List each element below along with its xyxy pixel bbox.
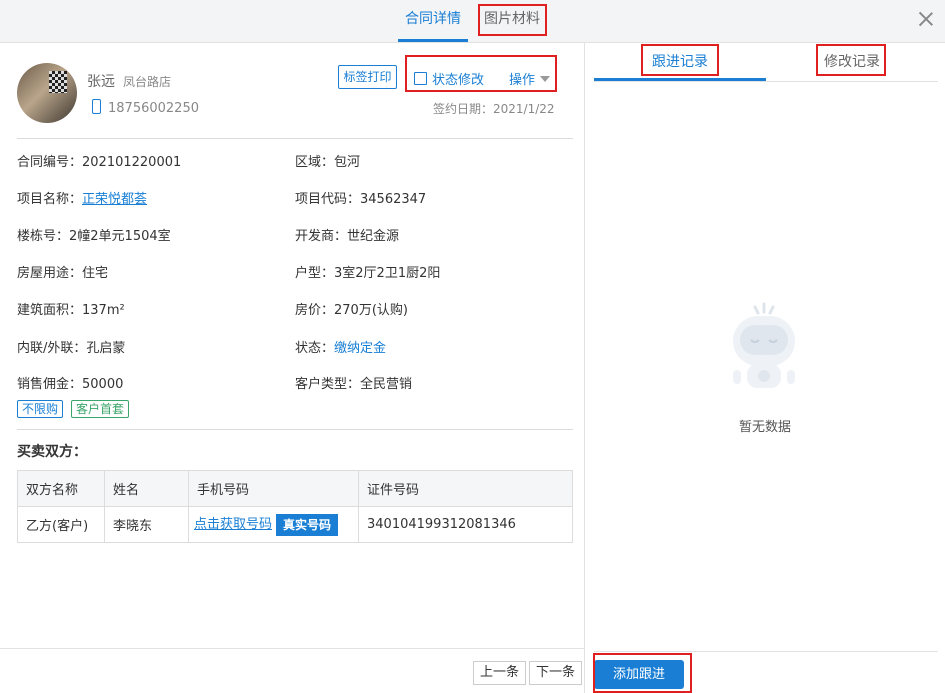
- column-header: 姓名: [104, 470, 189, 507]
- status-value[interactable]: 缴纳定金: [334, 341, 386, 356]
- field-district: 区域：包河: [295, 155, 361, 170]
- empty-state-text: 暂无数据: [738, 420, 791, 435]
- field-developer: 开发商：世纪金源: [295, 229, 400, 244]
- close-icon[interactable]: [919, 12, 933, 26]
- party-name: 李晓东: [104, 506, 189, 543]
- next-record-button[interactable]: 下一条: [529, 661, 583, 685]
- field-commission: 销售佣金：50000: [17, 377, 124, 392]
- add-follow-button[interactable]: 添加跟进: [594, 660, 684, 689]
- tag-first-home: 客户首套: [71, 400, 130, 418]
- column-header: 双方名称: [17, 470, 105, 507]
- party-phone: 点击获取号码 真实号码: [188, 506, 359, 543]
- column-header: 手机号码: [188, 470, 359, 507]
- party-id-number: 340104199312081346: [358, 506, 573, 543]
- parties-table: 双方名称 姓名 手机号码 证件号码 乙方(客户) 李晓东 点击获取号码 真实号码 …: [17, 470, 573, 543]
- dialog-header: 合同详情 图片材料: [0, 0, 945, 43]
- records-panel: 跟进记录 修改记录 暂无数据 添加跟进: [585, 43, 945, 693]
- sign-date: 签约日期：2021/1/22: [433, 102, 555, 116]
- divider: [17, 138, 573, 139]
- tab-contract-detail[interactable]: 合同详情: [398, 0, 468, 42]
- divider: [594, 81, 938, 82]
- contract-detail-panel: 张远 凤台路店 18756002250 标签打印 状态修改 操作 签约日期：20…: [0, 43, 585, 693]
- divider: [0, 648, 584, 649]
- caret-down-icon: [540, 76, 551, 82]
- field-status: 状态：缴纳定金: [295, 341, 387, 356]
- avatar: [17, 63, 77, 123]
- field-contract-no: 合同编号：202101220001: [17, 155, 182, 170]
- field-area: 建筑面积：137m²: [17, 303, 125, 318]
- divider: [594, 651, 938, 652]
- agent-phone: 18756002250: [108, 101, 199, 116]
- divider: [17, 429, 573, 430]
- print-tag-button[interactable]: 标签打印: [338, 65, 397, 89]
- parties-title: 买卖双方：: [17, 444, 87, 460]
- tab-modify-records[interactable]: 修改记录: [766, 43, 938, 81]
- real-number-button[interactable]: 真实号码: [276, 513, 339, 536]
- tab-follow-records[interactable]: 跟进记录: [594, 43, 766, 81]
- agent-store: 凤台路店: [123, 75, 172, 89]
- edit-icon: [414, 72, 427, 85]
- operations-label: 操作: [509, 73, 536, 88]
- status-edit-button[interactable]: 状态修改: [414, 69, 484, 88]
- table-row: 乙方(客户) 李晓东 点击获取号码 真实号码 340104199312081346: [17, 506, 573, 543]
- status-edit-label: 状态修改: [432, 73, 485, 88]
- agent-name: 张远: [87, 74, 115, 90]
- column-header: 证件号码: [358, 470, 573, 507]
- field-usage: 房屋用途：住宅: [17, 266, 109, 281]
- prev-record-button[interactable]: 上一条: [473, 661, 527, 685]
- field-affiliation: 内联/外联：孔启蒙: [17, 341, 126, 356]
- project-name-link[interactable]: 正荣悦都荟: [82, 192, 147, 207]
- get-phone-link[interactable]: 点击获取号码: [194, 517, 272, 532]
- field-price: 房价：270万(认购): [295, 303, 408, 318]
- empty-robot-icon: [733, 302, 795, 388]
- operations-dropdown[interactable]: 操作: [509, 69, 551, 88]
- field-unit: 楼栋号：2幢2单元1504室: [17, 229, 171, 244]
- party-side: 乙方(客户): [17, 506, 105, 543]
- field-project-name: 项目名称：正荣悦都荟: [17, 192, 148, 207]
- field-layout: 户型：3室2厅2卫1厨2阳: [295, 266, 441, 281]
- field-customer-type: 客户类型：全民营销: [295, 377, 413, 392]
- mobile-phone-icon: [92, 99, 101, 114]
- field-project-code: 项目代码：34562347: [295, 192, 427, 207]
- tag-no-purchase-limit: 不限购: [17, 400, 64, 418]
- tab-image-materials[interactable]: 图片材料: [478, 0, 546, 42]
